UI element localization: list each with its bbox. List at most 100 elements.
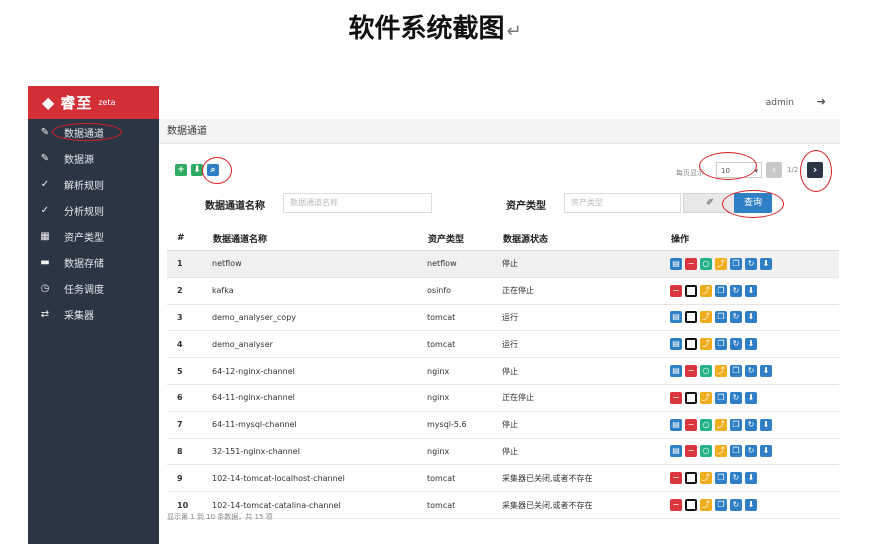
- refresh-button[interactable]: ↻: [730, 391, 742, 404]
- stop-button[interactable]: −: [670, 472, 682, 485]
- logout-icon[interactable]: ➜: [817, 95, 826, 108]
- copy-button[interactable]: ❐: [715, 472, 727, 485]
- stats-button[interactable]: ⤴: [715, 418, 727, 431]
- detail-button[interactable]: ▤: [670, 418, 682, 431]
- download-button[interactable]: ⬇: [745, 499, 757, 512]
- copy-button[interactable]: ❐: [730, 445, 742, 458]
- checkbox-button[interactable]: [685, 499, 697, 512]
- stop-button[interactable]: −: [685, 445, 697, 458]
- refresh-button[interactable]: ↻: [745, 257, 757, 270]
- download-button[interactable]: ⬇: [745, 391, 757, 404]
- sidebar-item-5[interactable]: ▦ 资产类型: [28, 223, 159, 249]
- row-source-state: 运行: [502, 304, 670, 332]
- copy-button[interactable]: ❐: [730, 418, 742, 431]
- copy-button[interactable]: ❐: [715, 284, 727, 297]
- stop-button[interactable]: −: [685, 418, 697, 431]
- stop-button[interactable]: −: [670, 284, 682, 297]
- stats-button[interactable]: ⤴: [700, 284, 712, 297]
- stats-button[interactable]: ⤴: [700, 338, 712, 351]
- start-button[interactable]: ○: [700, 257, 712, 270]
- table-row[interactable]: 2 kafka osinfo 正在停止 − ⤴ ❐ ↻ ⬇: [167, 277, 839, 305]
- download-button[interactable]: ⬇: [760, 257, 772, 270]
- download-button[interactable]: ⬇: [745, 472, 757, 485]
- start-button[interactable]: ○: [700, 418, 712, 431]
- stats-button[interactable]: ⤴: [700, 311, 712, 324]
- table-row[interactable]: 6 64-11-nginx-channel nginx 正在停止 − ⤴ ❐ ↻ ⬇: [167, 384, 839, 412]
- table-row[interactable]: 1 netflow netflow 停止 ▤ − ○ ⤴ ❐ ↻ ⬇: [167, 250, 839, 278]
- sidebar-item-4[interactable]: ✓ 分析规则: [28, 197, 159, 223]
- checkbox-button[interactable]: [685, 338, 697, 351]
- page-info: 1/2: [787, 166, 799, 174]
- stop-button[interactable]: −: [670, 391, 682, 404]
- refresh-button[interactable]: ↻: [730, 338, 742, 351]
- refresh-button[interactable]: ↻: [745, 418, 757, 431]
- table-row[interactable]: 4 demo_analyser tomcat 运行 ▤ ⤴ ❐ ↻ ⬇: [167, 330, 839, 359]
- refresh-button[interactable]: ↻: [730, 284, 742, 297]
- download-button[interactable]: ⬇: [760, 365, 772, 378]
- row-channel-name: demo_analyser_copy: [212, 304, 427, 332]
- start-button[interactable]: ○: [700, 445, 712, 458]
- download-button[interactable]: ⬇: [745, 338, 757, 351]
- refresh-button[interactable]: ↻: [745, 445, 757, 458]
- checkbox-button[interactable]: [685, 472, 697, 485]
- channel-name-input[interactable]: 数据通道名称: [283, 193, 432, 213]
- stats-button[interactable]: ⤴: [700, 499, 712, 512]
- start-button[interactable]: ○: [700, 365, 712, 378]
- refresh-button[interactable]: ↻: [730, 311, 742, 324]
- row-source-state: 停止: [502, 357, 670, 385]
- copy-button[interactable]: ❐: [715, 391, 727, 404]
- brand-sub: zeta: [98, 98, 116, 107]
- add-button[interactable]: +: [175, 164, 187, 176]
- sidebar-item-label: 解析规则: [64, 180, 104, 192]
- sidebar-item-7[interactable]: ◷ 任务调度: [28, 275, 159, 301]
- stop-button[interactable]: −: [685, 365, 697, 378]
- detail-button[interactable]: ▤: [670, 445, 682, 458]
- download-button[interactable]: ⬇: [745, 311, 757, 324]
- sidebar-item-2[interactable]: ✎ 数据源: [28, 145, 159, 171]
- stop-button[interactable]: −: [670, 499, 682, 512]
- asset-type-input[interactable]: 资产类型: [564, 193, 681, 213]
- table-row[interactable]: 7 64-11-mysql-channel mysql-5.6 停止 ▤ − ○ ⤴ ❐ ↻ ⬇: [167, 411, 839, 439]
- copy-button[interactable]: ❐: [715, 338, 727, 351]
- row-actions: ▤ − ○ ⤴ ❐ ↻ ⬇: [670, 438, 839, 466]
- copy-button[interactable]: ❐: [715, 311, 727, 324]
- table-row[interactable]: 9 102-14-tomcat-localhost-channel tomcat 采集…: [167, 464, 839, 493]
- row-asset-type: mysql-5.6: [427, 411, 502, 439]
- stats-button[interactable]: ⤴: [700, 472, 712, 485]
- copy-button[interactable]: ❐: [730, 365, 742, 378]
- stats-button[interactable]: ⤴: [715, 257, 727, 270]
- refresh-button[interactable]: ↻: [730, 499, 742, 512]
- copy-button[interactable]: ❐: [730, 257, 742, 270]
- detail-button[interactable]: ▤: [670, 365, 682, 378]
- table-row[interactable]: 8 32-151-nginx-channel nginx 停止 ▤ − ○ ⤴ ❐ ↻ ⬇: [167, 438, 839, 466]
- download-button[interactable]: ⬇: [760, 418, 772, 431]
- stats-button[interactable]: ⤴: [715, 365, 727, 378]
- copy-button[interactable]: ❐: [715, 499, 727, 512]
- stats-button[interactable]: ⤴: [700, 391, 712, 404]
- checkbox-button[interactable]: [685, 311, 697, 324]
- stats-button[interactable]: ⤴: [715, 445, 727, 458]
- download-button[interactable]: ⬇: [745, 284, 757, 297]
- row-index: 6: [167, 384, 212, 412]
- prev-page-button[interactable]: ‹: [766, 162, 782, 178]
- table-row[interactable]: 5 64-12-nginx-channel nginx 停止 ▤ − ○ ⤴ ❐ ↻ ⬇: [167, 357, 839, 385]
- stop-button[interactable]: −: [685, 257, 697, 270]
- refresh-button[interactable]: ↻: [745, 365, 757, 378]
- user-name[interactable]: admin: [766, 98, 794, 108]
- detail-button[interactable]: ▤: [670, 257, 682, 270]
- sidebar-item-3[interactable]: ✓ 解析规则: [28, 171, 159, 197]
- row-actions: − ⤴ ❐ ↻ ⬇: [670, 277, 839, 305]
- row-channel-name: 64-11-mysql-channel: [212, 411, 427, 439]
- detail-button[interactable]: ▤: [670, 311, 682, 324]
- sidebar-item-8[interactable]: ⇄ 采集器: [28, 301, 159, 327]
- checkbox-button[interactable]: [685, 391, 697, 404]
- row-actions: − ⤴ ❐ ↻ ⬇: [670, 491, 839, 519]
- col-actions: 操作: [670, 226, 839, 251]
- table-row[interactable]: 3 demo_analyser_copy tomcat 运行 ▤ ⤴ ❐ ↻ ⬇: [167, 304, 839, 332]
- row-index: 5: [167, 357, 212, 385]
- refresh-button[interactable]: ↻: [730, 472, 742, 485]
- detail-button[interactable]: ▤: [670, 338, 682, 351]
- checkbox-button[interactable]: [685, 284, 697, 297]
- download-button[interactable]: ⬇: [760, 445, 772, 458]
- sidebar-item-6[interactable]: ▬ 数据存储: [28, 249, 159, 275]
